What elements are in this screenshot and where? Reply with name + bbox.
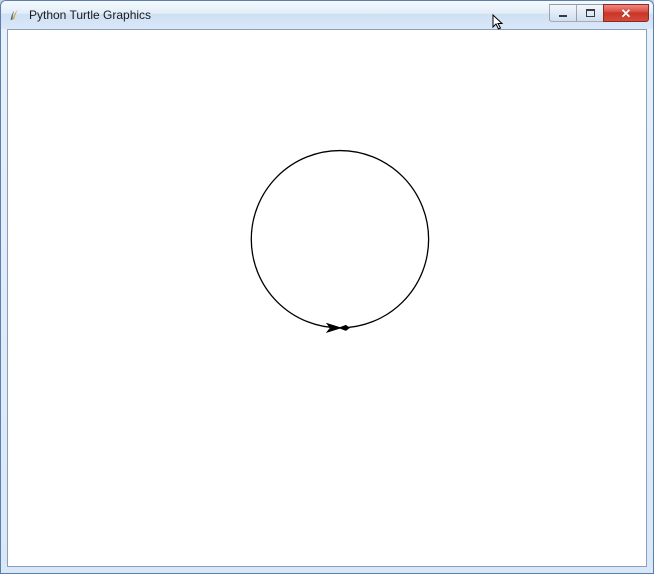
window-title: Python Turtle Graphics bbox=[29, 8, 550, 22]
maximize-button[interactable] bbox=[576, 4, 604, 22]
canvas-svg bbox=[8, 30, 646, 566]
close-button[interactable]: ✕ bbox=[603, 4, 649, 22]
window-controls: ✕ bbox=[550, 4, 649, 22]
minimize-icon bbox=[559, 15, 567, 17]
client-area bbox=[7, 29, 647, 567]
close-icon: ✕ bbox=[621, 7, 632, 20]
python-feather-icon bbox=[7, 7, 23, 23]
minimize-button[interactable] bbox=[549, 4, 577, 22]
titlebar[interactable]: Python Turtle Graphics ✕ bbox=[1, 1, 653, 29]
application-window: Python Turtle Graphics ✕ bbox=[0, 0, 654, 574]
drawn-circle bbox=[251, 151, 428, 328]
turtle-canvas bbox=[8, 30, 646, 566]
maximize-icon bbox=[586, 9, 595, 17]
